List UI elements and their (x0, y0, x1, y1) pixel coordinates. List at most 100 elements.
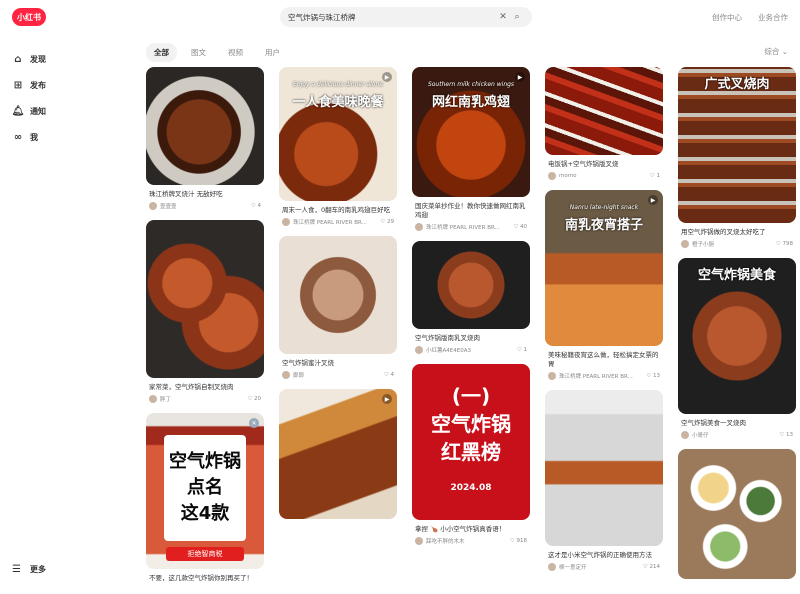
author-name[interactable]: 柳一意定开 (559, 563, 640, 571)
like-button[interactable]: ♡ 13 (779, 432, 793, 438)
like-button[interactable]: ♡ 40 (513, 224, 527, 230)
note-card[interactable]: 珠江桥牌叉烧汁 无敌好吃 壹壹壹 ♡ 4 (146, 67, 264, 210)
author-name[interactable]: 珠江桥牌 PEARL RIVER BR... (293, 218, 377, 226)
sidebar-item-notifications[interactable]: 🔔︎ 通知 (12, 98, 122, 124)
note-card[interactable]: (一) 空气炸锅 红黑榜 2024.08 拿捏 🍗 小小空气炸锅真香语！ 踩吃不胖的木木 ♡… (412, 364, 530, 545)
like-button[interactable]: ♡ 29 (380, 219, 394, 225)
note-card[interactable] (678, 449, 796, 579)
cover-title: 南乳夜宵搭子 (564, 218, 643, 233)
author-name[interactable]: 小红薯A4E4E0A3 (426, 346, 514, 354)
note-title[interactable]: 电饭锅+空气炸锅版叉烧 (548, 160, 660, 169)
note-title[interactable]: 周末一人食，0翻车的南乳鸡翅巨好吃 (282, 206, 394, 215)
note-card[interactable]: 家常菜，空气炸锅自制叉烧肉 胖丁 ♡ 20 (146, 220, 264, 403)
note-cover-image[interactable] (545, 67, 663, 155)
note-card[interactable]: Nanru late-night snack 南乳夜宵搭子 ▶ 美味秘籍夜宵这么做，轻… (545, 190, 663, 380)
note-cover-image[interactable] (412, 241, 530, 329)
author-name[interactable]: 珠江桥牌 PEARL RIVER BR... (426, 223, 510, 231)
note-title[interactable]: 不要，这几款空气炸锅你别再买了！ (149, 574, 261, 583)
note-title[interactable]: 空气炸锅版南乳叉烧肉 (415, 334, 527, 343)
note-card[interactable]: 电饭锅+空气炸锅版叉烧 momo ♡ 1 (545, 67, 663, 180)
author-name[interactable]: 踩吃不胖的木木 (426, 537, 507, 545)
note-cover-image[interactable] (146, 220, 264, 378)
note-cover-image[interactable] (678, 449, 796, 579)
like-count: 918 (516, 538, 528, 544)
note-card[interactable]: 空气炸锅 点名 这4款 拒绝智商税 ✕ 不要，这几款空气炸锅你别再买了！ (146, 413, 264, 583)
avatar[interactable] (149, 202, 157, 210)
note-cover-image[interactable]: Southern milk chicken wings 网红南乳鸡翅 ▶ (412, 67, 530, 197)
note-cover-image[interactable]: 空气炸锅 点名 这4款 拒绝智商税 ✕ (146, 413, 264, 569)
creator-center-link[interactable]: 创作中心 (712, 12, 742, 23)
tab-users[interactable]: 用户 (257, 43, 288, 62)
note-title[interactable]: 国庆菜单抄作业！教你快速做网红南乳鸡翅 (415, 202, 527, 220)
avatar[interactable] (149, 395, 157, 403)
like-count: 1 (523, 347, 528, 353)
tab-image-text[interactable]: 图文 (183, 43, 214, 62)
avatar[interactable] (415, 223, 423, 231)
note-cover-image[interactable]: (一) 空气炸锅 红黑榜 2024.08 (412, 364, 530, 520)
note-cover-image[interactable] (146, 67, 264, 185)
avatar[interactable] (548, 563, 556, 571)
author-name[interactable]: momo (559, 173, 647, 179)
sort-dropdown[interactable]: 综合 ⌄ (764, 46, 788, 57)
search-bar[interactable]: 空气炸锅与珠江桥牌 ✕ ⌕ (280, 7, 532, 27)
avatar[interactable] (681, 431, 689, 439)
note-card[interactable]: ▶ (279, 389, 397, 519)
note-cover-image[interactable]: Enjoy a delicious dinner alone 一人食美味晚餐 ▶ (279, 67, 397, 201)
author-name[interactable]: 鄭鄭 (293, 371, 381, 379)
sidebar-item-discover[interactable]: ⌂ 发现 (12, 46, 122, 72)
like-button[interactable]: ♡ 918 (510, 538, 527, 544)
sidebar-more[interactable]: ☰ 更多 (12, 564, 46, 575)
tab-video[interactable]: 视频 (220, 43, 251, 62)
note-title[interactable]: 空气炸锅美食一叉烧肉 (681, 419, 793, 428)
author-name[interactable]: 胖丁 (160, 395, 244, 403)
app-logo[interactable]: 小红书 (12, 8, 46, 26)
like-button[interactable]: ♡ 4 (251, 203, 261, 209)
avatar[interactable] (548, 372, 556, 380)
search-input[interactable]: 空气炸锅与珠江桥牌 (288, 12, 496, 23)
like-button[interactable]: ♡ 13 (646, 373, 660, 379)
like-button[interactable]: ♡ 4 (384, 372, 394, 378)
like-button[interactable]: ♡ 1 (650, 173, 660, 179)
note-card[interactable]: Enjoy a delicious dinner alone 一人食美味晚餐 ▶ 周末… (279, 67, 397, 226)
note-title[interactable]: 珠江桥牌叉烧汁 无敌好吃 (149, 190, 261, 199)
search-icon[interactable]: ⌕ (510, 12, 524, 22)
author-name[interactable]: 壹壹壹 (160, 202, 248, 210)
note-title[interactable]: 拿捏 🍗 小小空气炸锅真香语！ (415, 525, 527, 534)
business-link[interactable]: 业务合作 (758, 12, 788, 23)
sidebar-item-me[interactable]: ∞ 我 (12, 124, 122, 150)
note-cover-image[interactable]: ▶ (279, 389, 397, 519)
note-title[interactable]: 这才是小米空气炸锅的正确使用方法 (548, 551, 660, 560)
note-card[interactable]: 空气炸锅美食空气炸锅美食一叉烧肉 小哥仔 ♡ 13 (678, 258, 796, 439)
note-meta: 小红薯A4E4E0A3 ♡ 1 (415, 346, 527, 354)
sidebar-item-publish[interactable]: ⊞ 发布 (12, 72, 122, 98)
like-button[interactable]: ♡ 1 (517, 347, 527, 353)
note-card[interactable]: 空气炸锅蜜汁叉烧 鄭鄭 ♡ 4 (279, 236, 397, 379)
note-title[interactable]: 空气炸锅蜜汁叉烧 (282, 359, 394, 368)
close-icon[interactable]: ✕ (496, 12, 510, 22)
avatar[interactable] (548, 172, 556, 180)
note-title[interactable]: 美味秘籍夜宵这么做，轻松搞定女票的胃 (548, 351, 660, 369)
like-button[interactable]: ♡ 20 (247, 396, 261, 402)
note-cover-image[interactable]: Nanru late-night snack 南乳夜宵搭子 ▶ (545, 190, 663, 346)
avatar[interactable] (415, 537, 423, 545)
note-cover-image[interactable] (545, 390, 663, 546)
author-name[interactable]: 珠江桥牌 PEARL RIVER BR... (559, 372, 643, 380)
avatar[interactable] (282, 218, 290, 226)
avatar[interactable] (282, 371, 290, 379)
author-name[interactable]: 小哥仔 (692, 431, 776, 439)
note-cover-image[interactable]: 空气炸锅美食 (678, 258, 796, 414)
note-card[interactable]: 这才是小米空气炸锅的正确使用方法柳一意定开 ♡ 214 (545, 390, 663, 571)
like-button[interactable]: ♡ 214 (643, 564, 660, 570)
note-title[interactable]: 家常菜，空气炸锅自制叉烧肉 (149, 383, 261, 392)
note-cover-image[interactable] (279, 236, 397, 354)
note-title[interactable]: 用空气炸锅做的叉烧太好吃了 (681, 228, 793, 237)
note-cover-image[interactable]: 广式叉烧肉 (678, 67, 796, 223)
note-card[interactable]: Southern milk chicken wings 网红南乳鸡翅 ▶ 国庆菜单抄作… (412, 67, 530, 231)
note-card[interactable]: 广式叉烧肉用空气炸锅做的叉烧太好吃了橙子小厨 ♡ 798 (678, 67, 796, 248)
like-button[interactable]: ♡ 798 (776, 241, 793, 247)
note-card[interactable]: 空气炸锅版南乳叉烧肉 小红薯A4E4E0A3 ♡ 1 (412, 241, 530, 354)
tab-all[interactable]: 全部 (146, 43, 177, 62)
author-name[interactable]: 橙子小厨 (692, 240, 773, 248)
avatar[interactable] (415, 346, 423, 354)
avatar[interactable] (681, 240, 689, 248)
